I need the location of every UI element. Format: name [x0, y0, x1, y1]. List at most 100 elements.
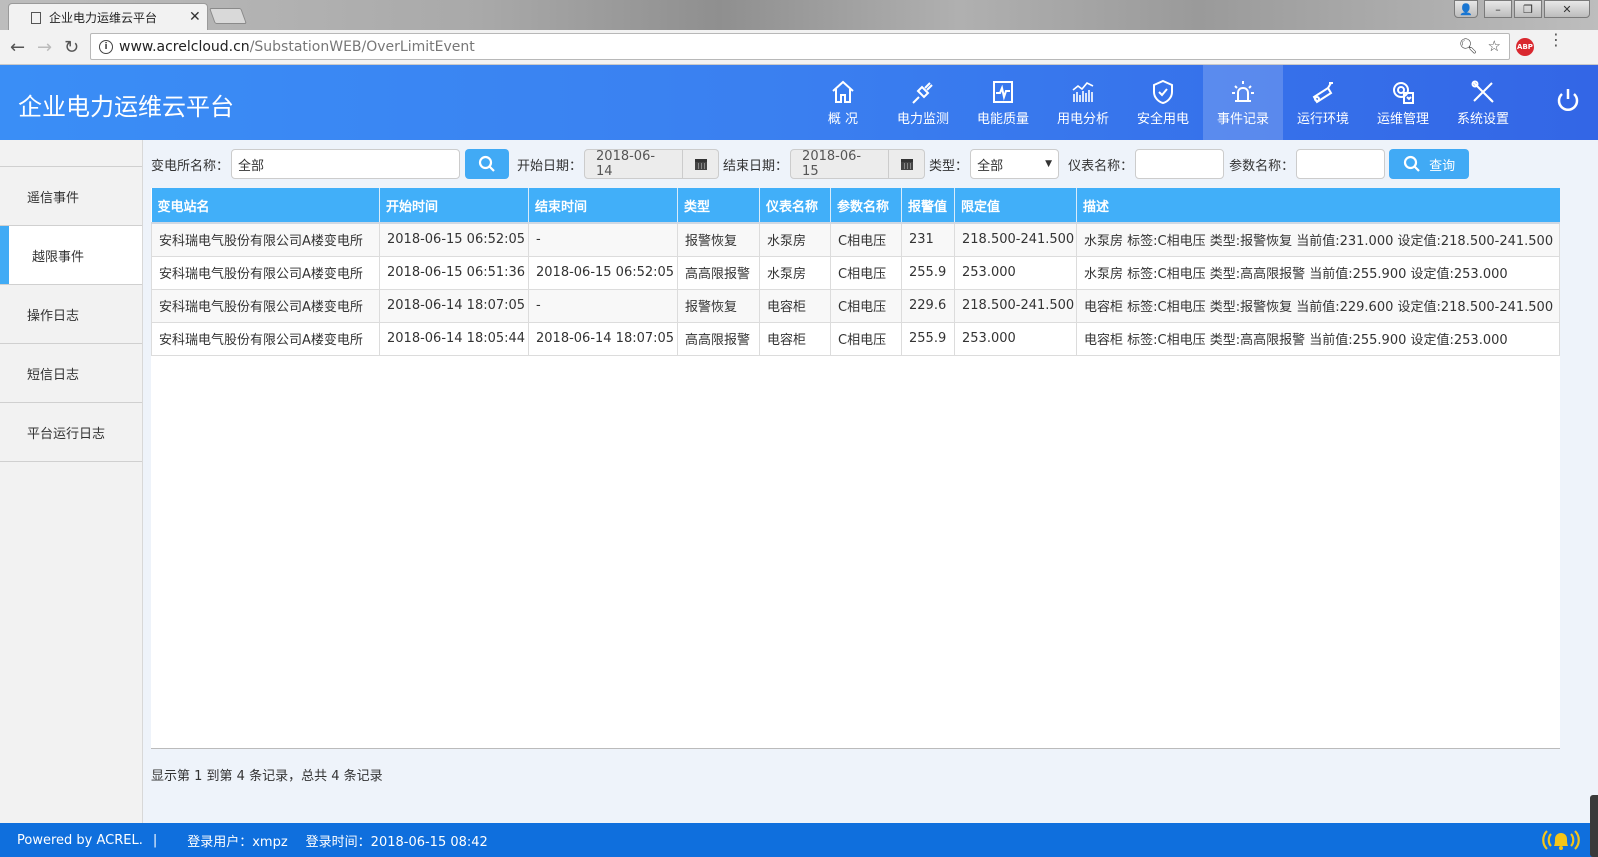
events-table: 变电站名 开始时间 结束时间 类型 仪表名称 参数名称 报警值 限定值 描述 安…	[151, 188, 1560, 356]
nav-label: 用电分析	[1056, 112, 1109, 127]
cell-alarm-value: 255.9	[901, 256, 955, 290]
cell-end-time: -	[528, 223, 678, 257]
nav-item-safety[interactable]: 安全用电	[1123, 65, 1203, 140]
close-tab-icon[interactable]: ✕	[189, 9, 201, 25]
nav-label: 事件记录	[1216, 112, 1269, 127]
table-row[interactable]: 安科瑞电气股份有限公司A楼变电所 2018-06-15 06:51:36 201…	[151, 256, 1560, 290]
nav-item-environment[interactable]: 运行环境	[1283, 65, 1363, 140]
end-date-value: 2018-06-15	[802, 149, 862, 179]
column-header-description[interactable]: 描述	[1076, 188, 1560, 224]
start-date-value: 2018-06-14	[596, 149, 656, 179]
calendar-icon	[694, 158, 707, 170]
power-icon[interactable]	[1554, 85, 1582, 115]
url-input[interactable]: i www.acrelcloud.cn /SubstationWEB/OverL…	[90, 33, 1510, 60]
cell-station: 安科瑞电气股份有限公司A楼变电所	[151, 256, 380, 290]
tab-title: 企业电力运维云平台	[49, 11, 158, 25]
footer: Powered by ACREL. | 登录用户：xmpz 登录时间：2018-…	[0, 823, 1598, 857]
alarm-light-icon	[1232, 81, 1254, 102]
adblock-icon[interactable]: ABP	[1516, 38, 1534, 56]
nav-label: 系统设置	[1456, 112, 1509, 127]
cell-param: C相电压	[830, 322, 902, 356]
sidebar-spacer	[0, 140, 142, 167]
sidebar-item-overlimit-events[interactable]: 越限事件	[0, 226, 142, 285]
start-date-picker-button[interactable]	[683, 149, 720, 179]
url-host: www.acrelcloud.cn	[119, 38, 250, 55]
minimize-button[interactable]: –	[1484, 0, 1512, 18]
nav-item-maintenance[interactable]: 运维管理	[1363, 65, 1443, 140]
back-arrow-icon[interactable]: ←	[10, 37, 25, 58]
column-header-param[interactable]: 参数名称	[830, 188, 902, 224]
column-header-station[interactable]: 变电站名	[151, 188, 380, 224]
sidebar-item-label: 平台运行日志	[27, 426, 106, 442]
window-close-button[interactable]: ✕	[1544, 0, 1590, 18]
zoom-out-icon[interactable]: 🔍︎	[1459, 37, 1478, 55]
app-title: 企业电力运维云平台	[18, 93, 234, 121]
nav-item-system-settings[interactable]: 系统设置	[1443, 65, 1523, 140]
sidebar-item-label: 短信日志	[27, 367, 80, 383]
shield-check-icon	[1153, 79, 1173, 105]
cell-type: 高高限报警	[677, 322, 760, 356]
column-header-end-time[interactable]: 结束时间	[528, 188, 678, 224]
gear-doc-icon	[1393, 82, 1414, 104]
meter-input[interactable]	[1135, 149, 1225, 179]
end-date-picker-button[interactable]	[889, 149, 926, 179]
column-header-alarm-value[interactable]: 报警值	[901, 188, 955, 224]
column-header-limit[interactable]: 限定值	[954, 188, 1077, 224]
cell-start-time: 2018-06-15 06:51:36	[379, 256, 529, 290]
nav-item-power-monitor[interactable]: 电力监测	[883, 65, 963, 140]
forward-arrow-icon[interactable]: →	[37, 37, 52, 58]
cell-start-time: 2018-06-14 18:05:44	[379, 322, 529, 356]
browser-tab[interactable]: 企业电力运维云平台 ✕	[8, 3, 208, 30]
cell-limit: 253.000	[954, 256, 1077, 290]
sidebar-item-label: 越限事件	[32, 249, 85, 265]
column-header-meter[interactable]: 仪表名称	[759, 188, 831, 224]
type-select[interactable]: 全部 ▼	[970, 149, 1060, 179]
nav-label: 安全用电	[1136, 112, 1189, 127]
bookmark-star-icon[interactable]: ☆	[1488, 37, 1501, 55]
restore-button[interactable]: ❐	[1514, 0, 1542, 18]
cell-description: 水泵房 标签:C相电压 类型:高高限报警 当前值:255.900 设定值:253…	[1076, 256, 1560, 290]
top-nav: 概 况 电力监测 电能质量 用电分析 安全用电 事件记录 运行环境 运维管理 系…	[803, 65, 1523, 140]
nav-label: 电能质量	[976, 112, 1029, 127]
query-button[interactable]: 查询	[1389, 149, 1470, 179]
nav-item-usage-analysis[interactable]: 用电分析	[1043, 65, 1123, 140]
cell-station: 安科瑞电气股份有限公司A楼变电所	[151, 322, 380, 356]
table-row[interactable]: 安科瑞电气股份有限公司A楼变电所 2018-06-14 18:07:05 - 报…	[151, 289, 1560, 323]
table-row[interactable]: 安科瑞电气股份有限公司A楼变电所 2018-06-14 18:05:44 201…	[151, 322, 1560, 356]
cell-description: 电容柜 标签:C相电压 类型:报警恢复 当前值:229.600 设定值:218.…	[1076, 289, 1560, 323]
nav-label: 运行环境	[1296, 112, 1349, 127]
meter-label: 仪表名称：	[1068, 158, 1134, 174]
column-header-type[interactable]: 类型	[677, 188, 760, 224]
reload-icon[interactable]: ↻	[64, 37, 79, 58]
sidebar-item-platform-log[interactable]: 平台运行日志	[0, 403, 142, 462]
param-input[interactable]	[1296, 149, 1386, 179]
start-date-input[interactable]: 2018-06-14	[584, 149, 684, 179]
nav-item-event-records[interactable]: 事件记录	[1203, 65, 1283, 140]
cell-description: 电容柜 标签:C相电压 类型:高高限报警 当前值:255.900 设定值:253…	[1076, 322, 1560, 356]
nav-item-overview[interactable]: 概 况	[803, 65, 883, 140]
side-widget-handle[interactable]	[1590, 795, 1598, 857]
cell-limit: 218.500-241.500	[954, 223, 1077, 257]
browser-menu-icon[interactable]: ⋮	[1548, 32, 1564, 48]
sidebar-item-operation-log[interactable]: 操作日志	[0, 285, 142, 344]
param-label: 参数名称：	[1229, 158, 1295, 174]
new-tab-button[interactable]	[209, 8, 247, 24]
table-header-row: 变电站名 开始时间 结束时间 类型 仪表名称 参数名称 报警值 限定值 描述	[151, 188, 1560, 224]
column-header-start-time[interactable]: 开始时间	[379, 188, 529, 224]
tools-icon	[1471, 80, 1494, 103]
station-search-button[interactable]	[465, 149, 510, 179]
sidebar-item-sms-log[interactable]: 短信日志	[0, 344, 142, 403]
app-header: 企业电力运维云平台 概 况 电力监测 电能质量 用电分析 安全用电 事件记录 运…	[0, 65, 1598, 140]
nav-item-power-quality[interactable]: 电能质量	[963, 65, 1043, 140]
sidebar-item-remote-signal-events[interactable]: 遥信事件	[0, 167, 142, 226]
station-input[interactable]: 全部	[231, 149, 461, 179]
end-date-input[interactable]: 2018-06-15	[790, 149, 890, 179]
table-row[interactable]: 安科瑞电气股份有限公司A楼变电所 2018-06-15 06:52:05 - 报…	[151, 223, 1560, 257]
pagination-info: 显示第 1 到第 4 条记录，总共 4 条记录	[151, 769, 383, 784]
query-label: 查询	[1429, 158, 1456, 174]
document-icon	[31, 11, 41, 24]
info-icon[interactable]: i	[99, 39, 113, 54]
cell-meter: 电容柜	[759, 322, 831, 356]
user-profile-button[interactable]: 👤	[1454, 0, 1478, 18]
alarm-bell-icon[interactable]	[1540, 827, 1582, 853]
